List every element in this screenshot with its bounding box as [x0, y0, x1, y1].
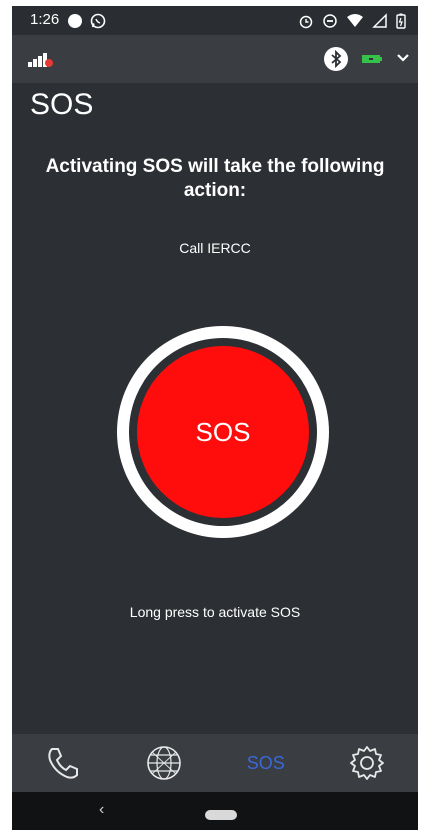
do-not-disturb-icon	[323, 14, 337, 28]
globe-icon	[147, 746, 182, 780]
nav-sos-label: SOS	[246, 752, 285, 773]
home-pill-button[interactable]	[205, 810, 237, 820]
sos-description: Activating SOS will take the following a…	[45, 156, 385, 201]
app-screen: 1:26 SOS Activating SOS will take the fo…	[12, 6, 418, 830]
status-bar: 1:26	[12, 6, 418, 35]
battery-icon	[396, 13, 406, 29]
whatsapp-icon	[90, 13, 106, 29]
nav-sos[interactable]: SOS	[215, 734, 317, 792]
sos-hint-text: Long press to activate SOS	[129, 604, 301, 620]
chevron-down-icon[interactable]	[396, 51, 410, 65]
bottom-navigation: SOS	[12, 734, 418, 792]
phone-icon	[48, 748, 78, 779]
status-icons	[298, 12, 406, 30]
settings-gear-icon	[350, 746, 385, 780]
nav-settings[interactable]	[317, 734, 419, 792]
status-time: 1:26	[30, 11, 60, 28]
page-title: SOS	[30, 88, 94, 121]
app-toolbar	[12, 35, 418, 83]
white-circle-icon	[68, 14, 82, 28]
nav-globe[interactable]	[114, 734, 216, 792]
sos-button-gap: SOS	[129, 338, 317, 526]
signal-bars-icon	[28, 53, 53, 67]
sos-button[interactable]: SOS	[137, 346, 309, 518]
sos-button-label: SOS	[195, 416, 251, 447]
system-navigation-bar: ‹	[12, 792, 418, 830]
nav-phone[interactable]	[12, 734, 114, 792]
alarm-icon	[299, 15, 313, 29]
back-button[interactable]: ‹	[99, 801, 104, 819]
cell-signal-icon	[372, 13, 387, 28]
device-battery-icon	[362, 55, 382, 63]
wifi-icon	[347, 14, 363, 27]
bluetooth-icon[interactable]	[324, 47, 348, 71]
sos-button-ring: SOS	[117, 326, 329, 538]
sos-action-text: Call IERCC	[179, 240, 251, 256]
